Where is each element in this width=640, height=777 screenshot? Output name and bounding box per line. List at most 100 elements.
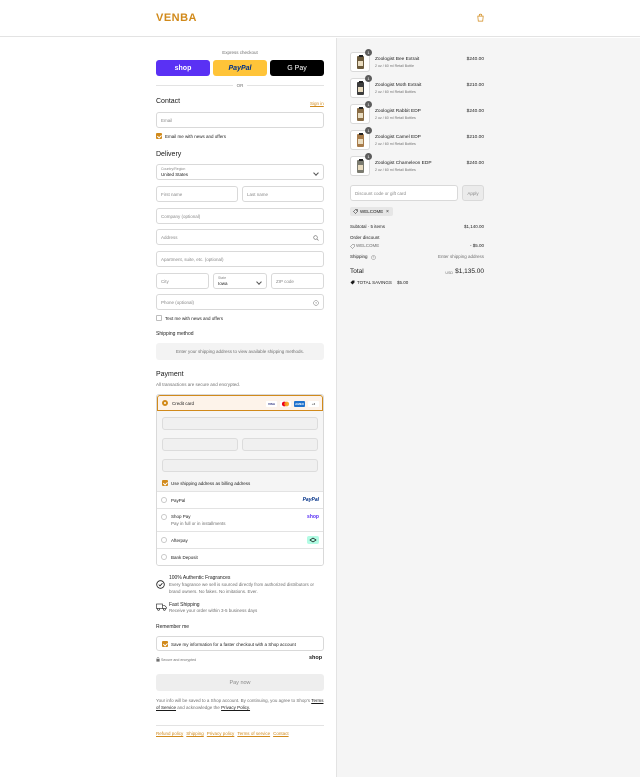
- discount-code-field[interactable]: Discount code or gift card: [350, 185, 458, 201]
- paypal-option[interactable]: PayPal PayPal: [157, 491, 323, 508]
- tag-icon: [350, 280, 355, 285]
- city-field[interactable]: City: [156, 273, 209, 289]
- total-row: Total USD $1,135.00: [350, 268, 484, 277]
- order-item: 1 Zoologist Moth Extrait 2 oz / 60 ml Re…: [350, 75, 484, 102]
- or-label: OR: [236, 82, 244, 88]
- amex-icon: AMEX: [294, 401, 305, 407]
- privacy-policy-link[interactable]: Privacy policy: [207, 731, 235, 736]
- billing-same-label: Use shipping address as billing address: [171, 481, 251, 486]
- shop-pay-label: Shop Pay: [171, 514, 191, 519]
- applied-discount-code: WELCOME: [356, 243, 380, 248]
- phone-field[interactable]: Phone (optional) ?: [156, 294, 324, 310]
- tag-icon: [353, 209, 358, 214]
- sign-in-link[interactable]: Sign in: [310, 101, 324, 106]
- item-variant: 2 oz / 60 ml Retail Bottle: [375, 64, 414, 68]
- shop-pay-button[interactable]: shop: [156, 60, 210, 76]
- google-pay-button[interactable]: G Pay: [270, 60, 324, 76]
- paypal-button[interactable]: PayPal: [213, 60, 267, 76]
- name-on-card-field[interactable]: [162, 459, 318, 472]
- help-circle-icon[interactable]: ?: [371, 254, 376, 260]
- paypal-radio[interactable]: [161, 497, 167, 503]
- total-currency: USD: [445, 270, 453, 275]
- item-variant: 2 oz / 60 ml Retail Bottles: [375, 142, 416, 146]
- shipping-link[interactable]: Shipping: [186, 731, 204, 736]
- security-code-field[interactable]: [242, 438, 318, 451]
- country-select[interactable]: Country/Region United States: [156, 164, 324, 180]
- subtotal-value: $1,140.00: [463, 224, 484, 229]
- discount-value: - $5.00: [469, 243, 484, 248]
- credit-card-option[interactable]: Credit card VISA AMEX +3: [157, 395, 323, 411]
- email-news-checkbox[interactable]: [156, 133, 162, 139]
- card-number-field[interactable]: [162, 417, 318, 430]
- item-variant: 2 oz / 60 ml Retail Bottles: [375, 116, 416, 120]
- apply-discount-button[interactable]: Apply: [462, 185, 484, 201]
- state-select[interactable]: State Iowa: [213, 273, 267, 289]
- truck-icon: [156, 603, 167, 611]
- bottle-image: [357, 159, 364, 173]
- brand-logo[interactable]: VENBA: [156, 12, 197, 24]
- refund-policy-link[interactable]: Refund policy: [156, 731, 183, 736]
- bank-deposit-option[interactable]: Bank Deposit: [157, 548, 323, 565]
- feature-shipping-text: Receive your order within 3-5 business d…: [169, 608, 258, 613]
- shop-pay-subtext: Pay in full or in installments: [171, 521, 226, 526]
- privacy-link[interactable]: Privacy Policy.: [221, 705, 250, 710]
- item-name: Zoologist Bee Extrait: [375, 57, 420, 62]
- billing-same-checkbox[interactable]: [162, 480, 168, 486]
- address-placeholder: Address: [161, 235, 178, 240]
- lock-icon: [156, 657, 160, 662]
- footer-links: Refund policy Shipping Privacy policy Te…: [156, 731, 289, 736]
- company-field[interactable]: Company (optional): [156, 208, 324, 224]
- shipping-row: Shipping ? Enter shipping address: [350, 254, 484, 260]
- secure-label: Secure and encrypted: [161, 658, 197, 662]
- total-label: Total: [350, 268, 364, 275]
- order-item: 1 Zoologist Bee Extrait 2 oz / 60 ml Ret…: [350, 49, 484, 76]
- contact-link[interactable]: Contact: [273, 731, 289, 736]
- pay-now-button[interactable]: Pay now: [156, 674, 324, 691]
- chevron-down-icon: [256, 279, 262, 285]
- phone-placeholder: Phone (optional): [161, 300, 195, 305]
- email-news-label: Email me with news and offers: [165, 134, 226, 139]
- help-circle-icon[interactable]: ?: [313, 300, 319, 306]
- terms-of-service-link[interactable]: Terms of service: [237, 731, 270, 736]
- apartment-field[interactable]: Apartment, suite, etc. (optional): [156, 251, 324, 267]
- credit-card-radio[interactable]: [162, 400, 168, 406]
- feature-authentic-title: 100% Authentic Fragrances: [169, 575, 231, 581]
- bank-deposit-label: Bank Deposit: [171, 555, 198, 560]
- svg-text:?: ?: [315, 301, 317, 305]
- express-checkout-buttons: shop PayPal G Pay: [156, 60, 324, 76]
- afterpay-radio[interactable]: [161, 537, 167, 543]
- shop-pay-radio[interactable]: [161, 514, 167, 520]
- subtotal-row: Subtotal · 5 items $1,140.00: [350, 224, 484, 229]
- bottle-image: [357, 55, 364, 69]
- state-value: Iowa: [218, 281, 228, 286]
- bottle-image: [357, 107, 364, 121]
- shipping-label: Shipping: [350, 254, 368, 259]
- bottle-image: [357, 133, 364, 147]
- divider-line: [156, 84, 233, 86]
- shop-logo: shop: [309, 655, 323, 661]
- visa-icon: VISA: [266, 401, 277, 407]
- item-price: $210.00: [466, 83, 484, 88]
- save-info-checkbox[interactable]: [162, 641, 168, 647]
- first-name-field[interactable]: First name: [156, 186, 238, 202]
- order-item: 1 Zoologist Chameleon EDP 2 oz / 60 ml R…: [350, 153, 484, 180]
- remove-discount-icon[interactable]: ×: [386, 209, 389, 215]
- tag-icon: [350, 243, 355, 249]
- address-field[interactable]: Address: [156, 229, 324, 245]
- payment-subtitle: All transactions are secure and encrypte…: [156, 382, 241, 387]
- check-circle-icon: [156, 580, 165, 589]
- expiration-field[interactable]: [162, 438, 238, 451]
- shopping-bag-icon[interactable]: [476, 13, 485, 22]
- last-name-field[interactable]: Last name: [242, 186, 324, 202]
- bank-deposit-radio[interactable]: [161, 554, 167, 560]
- zip-field[interactable]: ZIP code: [271, 273, 324, 289]
- shop-pay-option[interactable]: Shop Pay Pay in full or in installments …: [157, 508, 323, 531]
- remember-me-title: Remember me: [156, 624, 190, 630]
- afterpay-option[interactable]: Afterpay: [157, 531, 323, 548]
- mastercard-icon: [280, 401, 291, 407]
- save-info-label: Save my information for a faster checkou…: [171, 642, 296, 647]
- company-placeholder: Company (optional): [161, 214, 201, 219]
- email-field[interactable]: Email: [156, 112, 324, 128]
- text-news-checkbox[interactable]: [156, 315, 162, 321]
- bottle-image: [357, 81, 364, 95]
